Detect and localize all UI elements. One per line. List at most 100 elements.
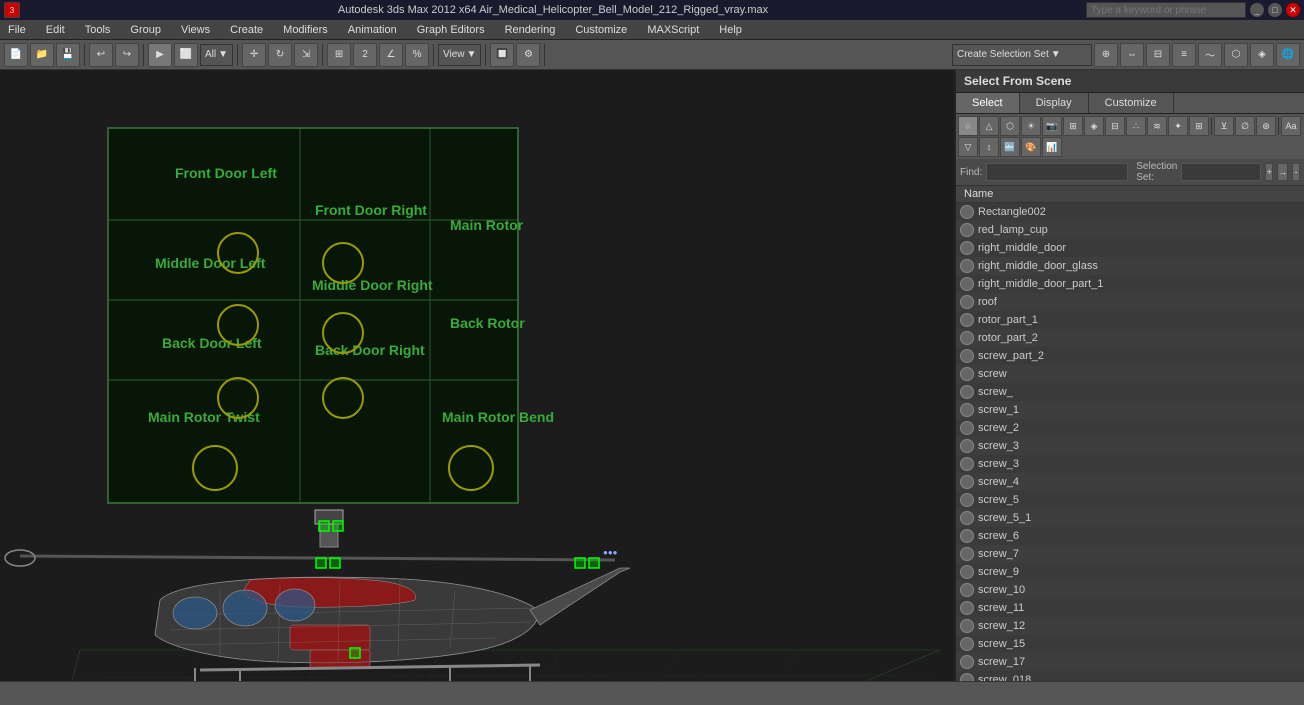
object-list[interactable]: Rectangle002red_lamp_cupright_middle_doo…	[956, 203, 1304, 681]
pt-btn-helper[interactable]: ⊞	[1063, 116, 1083, 136]
pt-btn-particle[interactable]: ∴	[1126, 116, 1146, 136]
pt-btn-filter[interactable]: ▽	[958, 137, 978, 157]
snap-percent-button[interactable]: %	[405, 43, 429, 67]
list-item[interactable]: screw_	[956, 383, 1304, 401]
rotate-button[interactable]: ↻	[268, 43, 292, 67]
all-dropdown[interactable]: All ▼	[200, 44, 233, 66]
pt-btn-sort-color[interactable]: 🎨	[1021, 137, 1041, 157]
pt-btn-shape[interactable]: ⬡	[1000, 116, 1020, 136]
pt-btn-nurbs[interactable]: ≋	[1147, 116, 1167, 136]
list-item[interactable]: rotor_part_1	[956, 311, 1304, 329]
tab-customize[interactable]: Customize	[1089, 93, 1174, 113]
list-item[interactable]: right_middle_door	[956, 239, 1304, 257]
layer-button[interactable]: ≡	[1172, 43, 1196, 67]
maximize-button[interactable]: □	[1268, 3, 1282, 17]
list-item[interactable]: Rectangle002	[956, 203, 1304, 221]
list-item[interactable]: screw_10	[956, 581, 1304, 599]
pt-btn-sort-type[interactable]: 🔤	[1000, 137, 1020, 157]
list-item[interactable]: screw_018	[956, 671, 1304, 681]
menu-group[interactable]: Group	[126, 23, 165, 37]
menu-graph-editors[interactable]: Graph Editors	[413, 23, 489, 37]
list-item[interactable]: screw_3	[956, 437, 1304, 455]
viewport[interactable]: [+] [ Perspective ] [ Shaded + Edged Fac…	[0, 70, 954, 681]
menu-modifiers[interactable]: Modifiers	[279, 23, 332, 37]
list-item[interactable]: rotor_part_2	[956, 329, 1304, 347]
pt-btn-sort-size[interactable]: 📊	[1042, 137, 1062, 157]
list-item[interactable]: screw_11	[956, 599, 1304, 617]
pt-btn-xref[interactable]: ✦	[1168, 116, 1188, 136]
list-item[interactable]: red_lamp_cup	[956, 221, 1304, 239]
menu-help[interactable]: Help	[715, 23, 746, 37]
render-env-button[interactable]: 🌐	[1276, 43, 1300, 67]
title-search-input[interactable]	[1086, 2, 1246, 18]
menu-edit[interactable]: Edit	[42, 23, 69, 37]
list-item[interactable]: screw_9	[956, 563, 1304, 581]
menu-maxscript[interactable]: MAXScript	[643, 23, 703, 37]
pt-btn-sphere[interactable]: ○	[958, 116, 978, 136]
close-button[interactable]: ✕	[1286, 3, 1300, 17]
list-item[interactable]: roof	[956, 293, 1304, 311]
list-item[interactable]: screw_1	[956, 401, 1304, 419]
pt-btn-all-sel[interactable]: ⊛	[1256, 116, 1276, 136]
mirror-button[interactable]: ⇔	[1120, 43, 1144, 67]
pt-btn-light[interactable]: ☀	[1021, 116, 1041, 136]
menu-animation[interactable]: Animation	[344, 23, 401, 37]
render-setup-button[interactable]: ⚙	[516, 43, 540, 67]
list-item[interactable]: screw_5_1	[956, 509, 1304, 527]
tab-select[interactable]: Select	[956, 93, 1020, 113]
snap-button[interactable]: ⊞	[327, 43, 351, 67]
menu-rendering[interactable]: Rendering	[501, 23, 560, 37]
list-item[interactable]: screw_17	[956, 653, 1304, 671]
pt-btn-case[interactable]: Aa	[1281, 116, 1301, 136]
list-item[interactable]: screw_12	[956, 617, 1304, 635]
list-item[interactable]: screw_15	[956, 635, 1304, 653]
pt-btn-geo[interactable]: △	[979, 116, 999, 136]
named-selection-button[interactable]: ⊕	[1094, 43, 1118, 67]
material-button[interactable]: ◈	[1250, 43, 1274, 67]
menu-create[interactable]: Create	[226, 23, 267, 37]
align-button[interactable]: ⊟	[1146, 43, 1170, 67]
selection-set-del[interactable]: -	[1292, 163, 1300, 181]
list-item[interactable]: screw_7	[956, 545, 1304, 563]
selection-set-input[interactable]	[1181, 163, 1261, 181]
list-item[interactable]: screw	[956, 365, 1304, 383]
new-button[interactable]: 📄	[4, 43, 28, 67]
menu-file[interactable]: File	[4, 23, 30, 37]
menu-tools[interactable]: Tools	[81, 23, 115, 37]
list-item[interactable]: right_middle_door_part_1	[956, 275, 1304, 293]
selection-set-load[interactable]: →	[1277, 163, 1288, 181]
minimize-button[interactable]: _	[1250, 3, 1264, 17]
pt-btn-group[interactable]: ⊞	[1189, 116, 1209, 136]
list-item[interactable]: screw_6	[956, 527, 1304, 545]
undo-button[interactable]: ↩	[89, 43, 113, 67]
redo-button[interactable]: ↪	[115, 43, 139, 67]
selection-set-save[interactable]: +	[1265, 163, 1273, 181]
move-button[interactable]: ✛	[242, 43, 266, 67]
list-item[interactable]: right_middle_door_glass	[956, 257, 1304, 275]
pt-btn-sort-name[interactable]: ↕	[979, 137, 999, 157]
pt-btn-space[interactable]: ◈	[1084, 116, 1104, 136]
pt-btn-bone[interactable]: ⊟	[1105, 116, 1125, 136]
select-region-button[interactable]: ⬜	[174, 43, 198, 67]
list-item[interactable]: screw_part_2	[956, 347, 1304, 365]
pt-btn-none[interactable]: ∅	[1235, 116, 1255, 136]
list-item[interactable]: screw_5	[956, 491, 1304, 509]
open-button[interactable]: 📁	[30, 43, 54, 67]
snap-angle-button[interactable]: ∠	[379, 43, 403, 67]
list-item[interactable]: screw_4	[956, 473, 1304, 491]
menu-customize[interactable]: Customize	[571, 23, 631, 37]
save-button[interactable]: 💾	[56, 43, 80, 67]
list-item[interactable]: screw_2	[956, 419, 1304, 437]
render-button[interactable]: 🔲	[490, 43, 514, 67]
schematic-button[interactable]: ⬡	[1224, 43, 1248, 67]
find-input[interactable]	[986, 163, 1128, 181]
curve-editor-button[interactable]: 〜	[1198, 43, 1222, 67]
view-dropdown[interactable]: View ▼	[438, 44, 481, 66]
pt-btn-camera[interactable]: 📷	[1042, 116, 1062, 136]
create-selection-dropdown[interactable]: Create Selection Set ▼	[952, 44, 1092, 66]
pt-btn-invert[interactable]: ⊻	[1214, 116, 1234, 136]
tab-display[interactable]: Display	[1020, 93, 1089, 113]
snap2d-button[interactable]: 2	[353, 43, 377, 67]
scale-button[interactable]: ⇲	[294, 43, 318, 67]
menu-views[interactable]: Views	[177, 23, 214, 37]
